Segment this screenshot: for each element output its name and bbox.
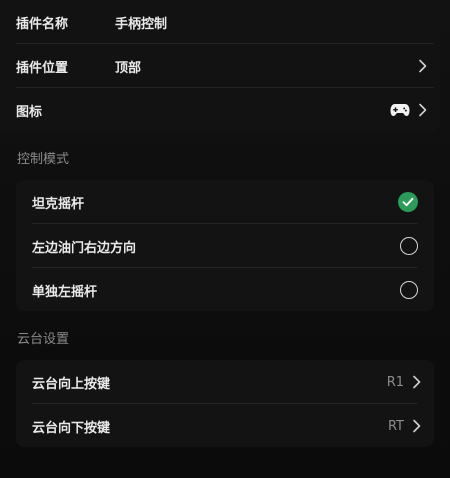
chevron-right-icon bbox=[412, 375, 422, 389]
gimbal-up-key-row[interactable]: 云台向上按键 R1 bbox=[32, 360, 421, 404]
gimbal-down-key-row[interactable]: 云台向下按键 RT bbox=[32, 404, 421, 448]
check-circle-icon bbox=[398, 192, 418, 212]
control-mode-option-split[interactable]: 左边油门右边方向 bbox=[32, 224, 418, 268]
control-mode-option-tank[interactable]: 坦克摇杆 bbox=[32, 180, 418, 224]
radio-empty-icon[interactable] bbox=[400, 281, 418, 299]
radio-empty-icon[interactable] bbox=[400, 237, 418, 255]
gimbal-down-key-value: RT bbox=[387, 418, 404, 434]
plugin-name-label: 插件名称 bbox=[16, 16, 69, 32]
plugin-settings-page: 插件名称 手柄控制 插件位置 顶部 图标 控制模式 坦克摇杆 左边油门右边方向 … bbox=[0, 0, 450, 478]
option-label: 单独左摇杆 bbox=[32, 284, 98, 300]
gimbal-settings-title: 云台设置 bbox=[17, 332, 70, 347]
gimbal-up-key-label: 云台向上按键 bbox=[32, 376, 111, 392]
plugin-name-row[interactable]: 插件名称 手柄控制 bbox=[16, 0, 434, 44]
control-mode-title: 控制模式 bbox=[17, 152, 70, 167]
control-mode-option-left-stick[interactable]: 单独左摇杆 bbox=[32, 268, 418, 312]
option-label: 坦克摇杆 bbox=[32, 196, 85, 212]
chevron-right-icon bbox=[418, 103, 428, 117]
control-mode-card: 坦克摇杆 左边油门右边方向 单独左摇杆 bbox=[16, 180, 434, 311]
gimbal-settings-card: 云台向上按键 R1 云台向下按键 RT bbox=[16, 360, 434, 447]
plugin-position-value: 顶部 bbox=[115, 60, 142, 76]
plugin-icon-label: 图标 bbox=[16, 104, 43, 120]
chevron-right-icon bbox=[412, 419, 422, 433]
plugin-position-label: 插件位置 bbox=[16, 60, 69, 76]
gimbal-down-key-label: 云台向下按键 bbox=[32, 420, 111, 436]
plugin-icon-row[interactable]: 图标 bbox=[16, 88, 434, 132]
plugin-name-value: 手柄控制 bbox=[115, 16, 168, 32]
gamepad-icon bbox=[390, 103, 410, 117]
chevron-right-icon bbox=[418, 59, 428, 73]
gimbal-up-key-value: R1 bbox=[386, 374, 404, 390]
option-label: 左边油门右边方向 bbox=[32, 240, 137, 256]
plugin-position-row[interactable]: 插件位置 顶部 bbox=[16, 44, 434, 88]
